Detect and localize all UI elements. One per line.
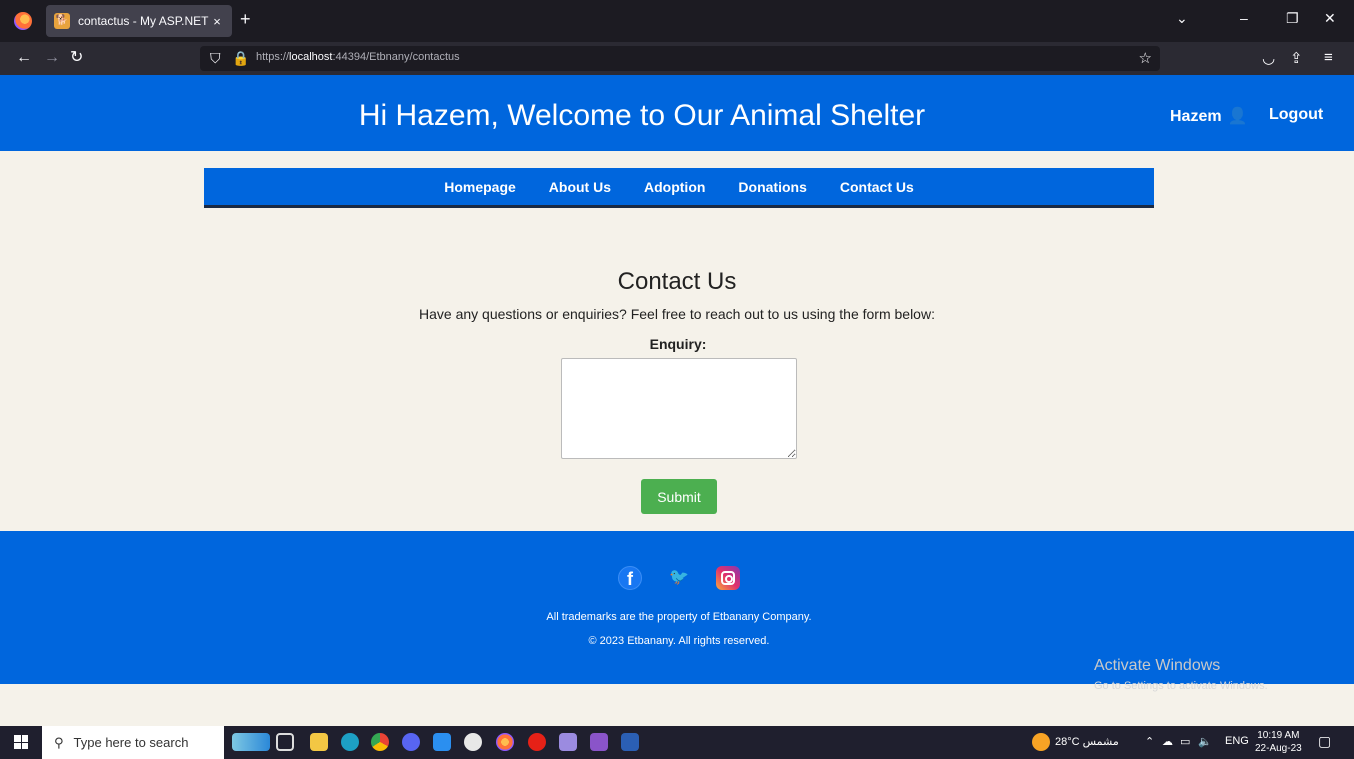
url-text[interactable]: https://localhost:44394/Etbnany/contactu… xyxy=(256,51,460,63)
site-title: Hi Hazem, Welcome to Our Animal Shelter xyxy=(358,99,926,132)
browser-tab-bar: 🐕 contactus - My ASP.NET Applic × + ⌄ – … xyxy=(0,0,1354,42)
nav-adoption[interactable]: Adoption xyxy=(644,179,705,195)
enquiry-textarea[interactable] xyxy=(561,358,797,459)
onedrive-icon[interactable]: ☁ xyxy=(1162,735,1173,748)
network-icon[interactable]: ▭ xyxy=(1180,735,1190,748)
address-bar[interactable]: ⛉ 🔒 https://localhost:44394/Etbnany/cont… xyxy=(200,46,1160,71)
pocket-icon[interactable]: ◡ xyxy=(1262,49,1275,67)
weather-text[interactable]: 28°C مشمس xyxy=(1055,735,1119,748)
site-header: Hi Hazem, Welcome to Our Animal Shelter … xyxy=(0,75,1354,151)
copyright-text: © 2023 Etbanany. All rights reserved. xyxy=(588,635,770,647)
restore-icon[interactable]: ❐ xyxy=(1286,10,1299,27)
browser-tab[interactable]: 🐕 contactus - My ASP.NET Applic × xyxy=(46,5,232,37)
nav-homepage[interactable]: Homepage xyxy=(444,179,516,195)
new-tab-button[interactable]: + xyxy=(240,9,251,30)
search-icon: ⚲ xyxy=(54,734,64,750)
user-name: Hazem xyxy=(1170,108,1222,125)
task-view-icon[interactable] xyxy=(276,733,294,751)
tab-title: contactus - My ASP.NET Applic xyxy=(78,14,210,28)
contact-subtitle: Have any questions or enquiries? Feel fr… xyxy=(419,306,935,322)
trademark-text: All trademarks are the property of Etban… xyxy=(546,611,812,623)
windows-start-icon[interactable] xyxy=(14,735,28,749)
tray-chevron-icon[interactable]: ⌃ xyxy=(1145,735,1154,748)
minimize-icon[interactable]: – xyxy=(1240,10,1248,26)
discord-icon[interactable] xyxy=(402,733,420,751)
app-icon[interactable] xyxy=(559,733,577,751)
notifications-icon[interactable]: ▢ xyxy=(1318,733,1331,750)
bookmark-star-icon[interactable]: ☆ xyxy=(1139,49,1152,67)
firefox-taskbar-icon[interactable] xyxy=(496,733,514,751)
tab-favicon-icon: 🐕 xyxy=(54,13,70,29)
search-placeholder: Type here to search xyxy=(73,735,189,750)
shield-icon[interactable]: ⛉ xyxy=(210,50,221,67)
widgets-icon[interactable] xyxy=(232,733,270,751)
forward-icon[interactable]: → xyxy=(44,49,60,67)
activate-windows-hint: Go to Settings to activate Windows. xyxy=(1094,680,1268,692)
vscode-icon[interactable] xyxy=(433,733,451,751)
close-window-icon[interactable]: ✕ xyxy=(1324,10,1336,27)
taskbar-clock[interactable]: 10:19 AM 22-Aug-23 xyxy=(1255,729,1302,755)
chrome-icon[interactable] xyxy=(371,733,389,751)
submit-button[interactable]: Submit xyxy=(641,479,717,514)
edge-icon[interactable] xyxy=(341,733,359,751)
lock-icon[interactable]: 🔒 xyxy=(232,50,249,67)
windows-taskbar: ⚲ Type here to search 28°C مشمس ⌃ ☁ ▭ 🔈 … xyxy=(0,726,1354,759)
nav-contact-us[interactable]: Contact Us xyxy=(840,179,914,195)
activate-windows-title: Activate Windows xyxy=(1094,657,1221,674)
volume-icon[interactable]: 🔈 xyxy=(1198,735,1212,748)
back-icon[interactable]: ← xyxy=(16,49,32,67)
language-indicator[interactable]: ENG xyxy=(1225,735,1249,747)
nav-about-us[interactable]: About Us xyxy=(549,179,611,195)
visual-studio-icon[interactable] xyxy=(590,733,608,751)
reload-icon[interactable]: ↻ xyxy=(70,49,83,67)
file-explorer-icon[interactable] xyxy=(310,733,328,751)
logout-link[interactable]: Logout xyxy=(1269,106,1323,124)
menu-icon[interactable]: ≡ xyxy=(1324,49,1333,66)
nav-donations[interactable]: Donations xyxy=(738,179,806,195)
whatsapp-icon[interactable] xyxy=(464,733,482,751)
user-icon: 👤 xyxy=(1227,108,1248,125)
firefox-logo-icon[interactable] xyxy=(14,12,32,30)
media-player-icon[interactable] xyxy=(528,733,546,751)
contact-title: Contact Us xyxy=(617,268,737,295)
taskbar-search[interactable]: ⚲ Type here to search xyxy=(42,726,224,759)
word-icon[interactable] xyxy=(621,733,639,751)
weather-icon[interactable] xyxy=(1032,733,1050,751)
instagram-icon[interactable] xyxy=(716,566,740,590)
clock-date: 22-Aug-23 xyxy=(1255,743,1302,754)
share-icon[interactable]: ⇪ xyxy=(1290,49,1303,67)
clock-time: 10:19 AM xyxy=(1257,730,1300,741)
browser-toolbar: ← → ↻ ⛉ 🔒 https://localhost:44394/Etbnan… xyxy=(0,42,1354,75)
twitter-icon[interactable]: 🐦 xyxy=(667,566,691,590)
enquiry-label: Enquiry: xyxy=(649,336,707,352)
main-nav: Homepage About Us Adoption Donations Con… xyxy=(204,168,1154,208)
user-profile-link[interactable]: Hazem 👤 xyxy=(1170,106,1248,126)
facebook-icon[interactable]: f xyxy=(618,566,642,590)
tab-close-icon[interactable]: × xyxy=(210,14,224,29)
tab-list-icon[interactable]: ⌄ xyxy=(1176,10,1188,27)
